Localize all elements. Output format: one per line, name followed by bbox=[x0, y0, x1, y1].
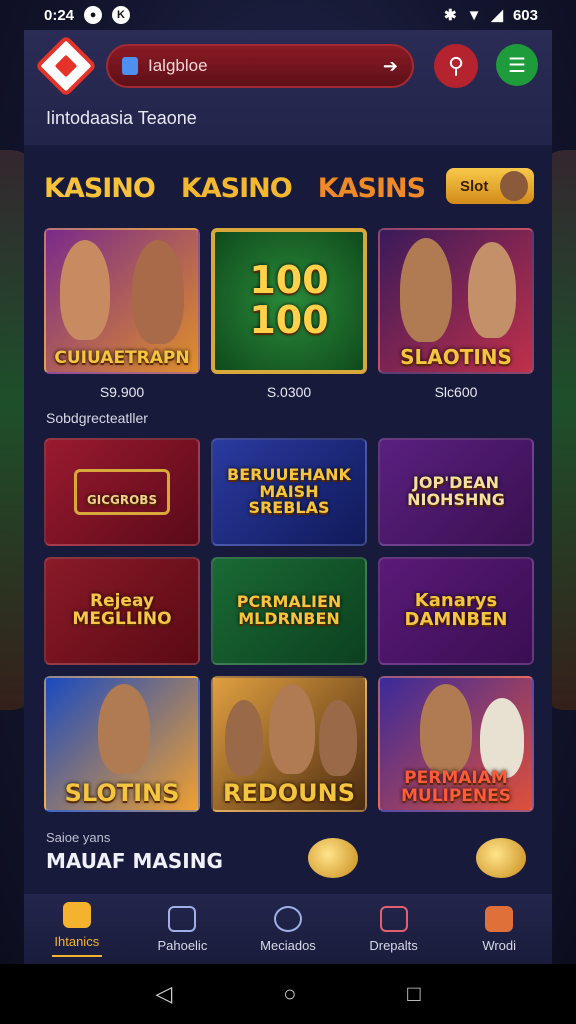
search-icon: ⚲ bbox=[447, 53, 465, 78]
game-title: SLOTINS bbox=[64, 778, 180, 807]
character-image bbox=[60, 240, 110, 340]
recents-icon[interactable]: □ bbox=[407, 981, 420, 1007]
game-title: Rejeay MEGLLINO bbox=[72, 591, 172, 629]
character-image bbox=[225, 700, 263, 776]
promo-section: Saioe yans MAUAF MASING bbox=[46, 830, 223, 873]
character-image bbox=[319, 700, 357, 776]
game-title: REDOUNS bbox=[222, 778, 356, 807]
nav-item-home[interactable]: Ihtanics bbox=[24, 894, 130, 964]
game-price: Slc600 bbox=[434, 384, 478, 400]
back-icon[interactable]: ◁ bbox=[155, 981, 172, 1007]
search-bar[interactable]: Ialgbloe ➔ bbox=[106, 44, 414, 88]
nav-item-document[interactable]: Pahoelic bbox=[130, 894, 236, 964]
nav-item-edit[interactable]: Drepalts bbox=[341, 894, 447, 964]
game-card[interactable]: PERMAIAM MULIPENES bbox=[378, 676, 534, 812]
game-title: 100 100 bbox=[249, 258, 329, 342]
app-logo[interactable] bbox=[34, 34, 98, 98]
battery-level: 603 bbox=[512, 6, 538, 24]
game-card[interactable]: Kanarys DAMNBEN bbox=[378, 557, 534, 665]
search-button[interactable]: ⚲ bbox=[434, 44, 478, 88]
nav-label: Meciados bbox=[260, 937, 316, 953]
app-header: Ialgbloe ➔ ⚲ ☰ Iintodaasia Teaone bbox=[24, 30, 552, 145]
chat-icon bbox=[273, 905, 302, 932]
app-notification-icon: K bbox=[112, 6, 131, 24]
game-title: Kanarys DAMNBEN bbox=[404, 590, 508, 630]
promo-title: MAUAF MASING bbox=[46, 849, 223, 873]
header-subtitle: Iintodaasia Teaone bbox=[46, 108, 197, 128]
game-title: SLAOTINS bbox=[400, 345, 512, 369]
avatar bbox=[500, 171, 528, 201]
notification-icon: ● bbox=[84, 6, 103, 24]
game-card[interactable]: CUIUAETRAPN bbox=[44, 228, 200, 374]
game-card[interactable]: GICGROBS bbox=[44, 438, 200, 546]
nav-item-chat[interactable]: Meciados bbox=[235, 894, 341, 964]
character-image bbox=[98, 684, 150, 774]
signal-icon: ◢ bbox=[491, 7, 503, 24]
game-title: GICGROBS bbox=[73, 468, 171, 516]
game-grid-featured: CUIUAETRAPN S9.900 100 100 S.0300 SLAOTI… bbox=[44, 228, 534, 400]
tab-kasino-1[interactable]: KASINO bbox=[44, 173, 156, 204]
status-bar: 0:24 ● K ✱ ▼ ◢ 603 bbox=[0, 0, 576, 30]
profile-button[interactable]: ☰ bbox=[496, 44, 538, 86]
shopping-bag-icon bbox=[122, 57, 138, 75]
character-image bbox=[468, 242, 516, 338]
section-label: Sobdgrecteatller bbox=[46, 410, 148, 426]
character-image bbox=[400, 238, 452, 342]
game-grid-row-3: Rejeay MEGLLINO PCRMALIEN MLDRNBEN Kanar… bbox=[44, 557, 534, 665]
search-text: Ialgbloe bbox=[148, 56, 208, 75]
home-icon bbox=[62, 901, 91, 928]
mail-icon bbox=[485, 905, 514, 932]
game-grid-row-4: SLOTINS REDOUNS PERMAIAM MULIPENES bbox=[44, 676, 534, 812]
game-card[interactable]: BERUUEHANK MAISH SREBLAS bbox=[211, 438, 367, 546]
bluetooth-icon: ✱ bbox=[443, 7, 457, 24]
game-card[interactable]: REDOUNS bbox=[211, 676, 367, 812]
category-tabs: KASINO KASINO KASINS Slot bbox=[44, 168, 534, 208]
nav-item-mail[interactable]: Wrodi bbox=[446, 894, 552, 964]
app-screen: Ialgbloe ➔ ⚲ ☰ Iintodaasia Teaone KASINO… bbox=[24, 30, 552, 964]
edit-icon bbox=[379, 905, 408, 932]
game-title: JOP'DEAN NIOHSHNG bbox=[407, 473, 505, 509]
tab-kasins[interactable]: KASINS bbox=[318, 173, 426, 204]
bottom-navigation: Ihtanics Pahoelic Meciados Drepalts Wrod… bbox=[24, 894, 552, 964]
game-title: CUIUAETRAPN bbox=[54, 348, 190, 369]
tab-kasino-2[interactable]: KASINO bbox=[181, 173, 293, 204]
game-title: BERUUEHANK MAISH SREBLAS bbox=[227, 464, 351, 518]
game-card[interactable]: PCRMALIEN MLDRNBEN bbox=[211, 557, 367, 665]
game-card[interactable]: Rejeay MEGLLINO bbox=[44, 557, 200, 665]
game-card[interactable]: SLOTINS bbox=[44, 676, 200, 812]
nav-label: Drepalts bbox=[369, 937, 418, 953]
status-time: 0:24 bbox=[44, 6, 75, 24]
coin-icon bbox=[308, 838, 358, 878]
game-title: PERMAIAM MULIPENES bbox=[400, 768, 512, 807]
document-icon bbox=[168, 905, 197, 932]
wifi-icon: ▼ bbox=[466, 6, 482, 24]
game-card[interactable]: SLAOTINS bbox=[378, 228, 534, 374]
slot-label: Slot bbox=[460, 177, 489, 195]
home-circle-icon[interactable]: ○ bbox=[283, 981, 296, 1007]
arrow-icon[interactable]: ➔ bbox=[383, 56, 398, 77]
nav-label: Wrodi bbox=[482, 937, 517, 953]
user-icon: ☰ bbox=[508, 54, 526, 77]
nav-label: Pahoelic bbox=[157, 937, 208, 953]
game-price: S9.900 bbox=[99, 384, 145, 400]
game-card[interactable]: 100 100 bbox=[211, 228, 367, 374]
character-image bbox=[420, 684, 472, 774]
game-price: S.0300 bbox=[266, 384, 312, 400]
character-image bbox=[132, 240, 184, 344]
nav-label: Ihtanics bbox=[54, 933, 100, 949]
promo-caption: Saioe yans bbox=[46, 830, 111, 845]
system-navigation-bar: ◁ ○ □ bbox=[0, 964, 576, 1024]
character-image bbox=[269, 684, 315, 774]
game-card[interactable]: JOP'DEAN NIOHSHNG bbox=[378, 438, 534, 546]
slot-button[interactable]: Slot bbox=[446, 168, 534, 204]
coin-icon bbox=[476, 838, 526, 878]
game-grid-row-2: GICGROBS BERUUEHANK MAISH SREBLAS JOP'DE… bbox=[44, 438, 534, 546]
game-title: PCRMALIEN MLDRNBEN bbox=[236, 592, 342, 628]
